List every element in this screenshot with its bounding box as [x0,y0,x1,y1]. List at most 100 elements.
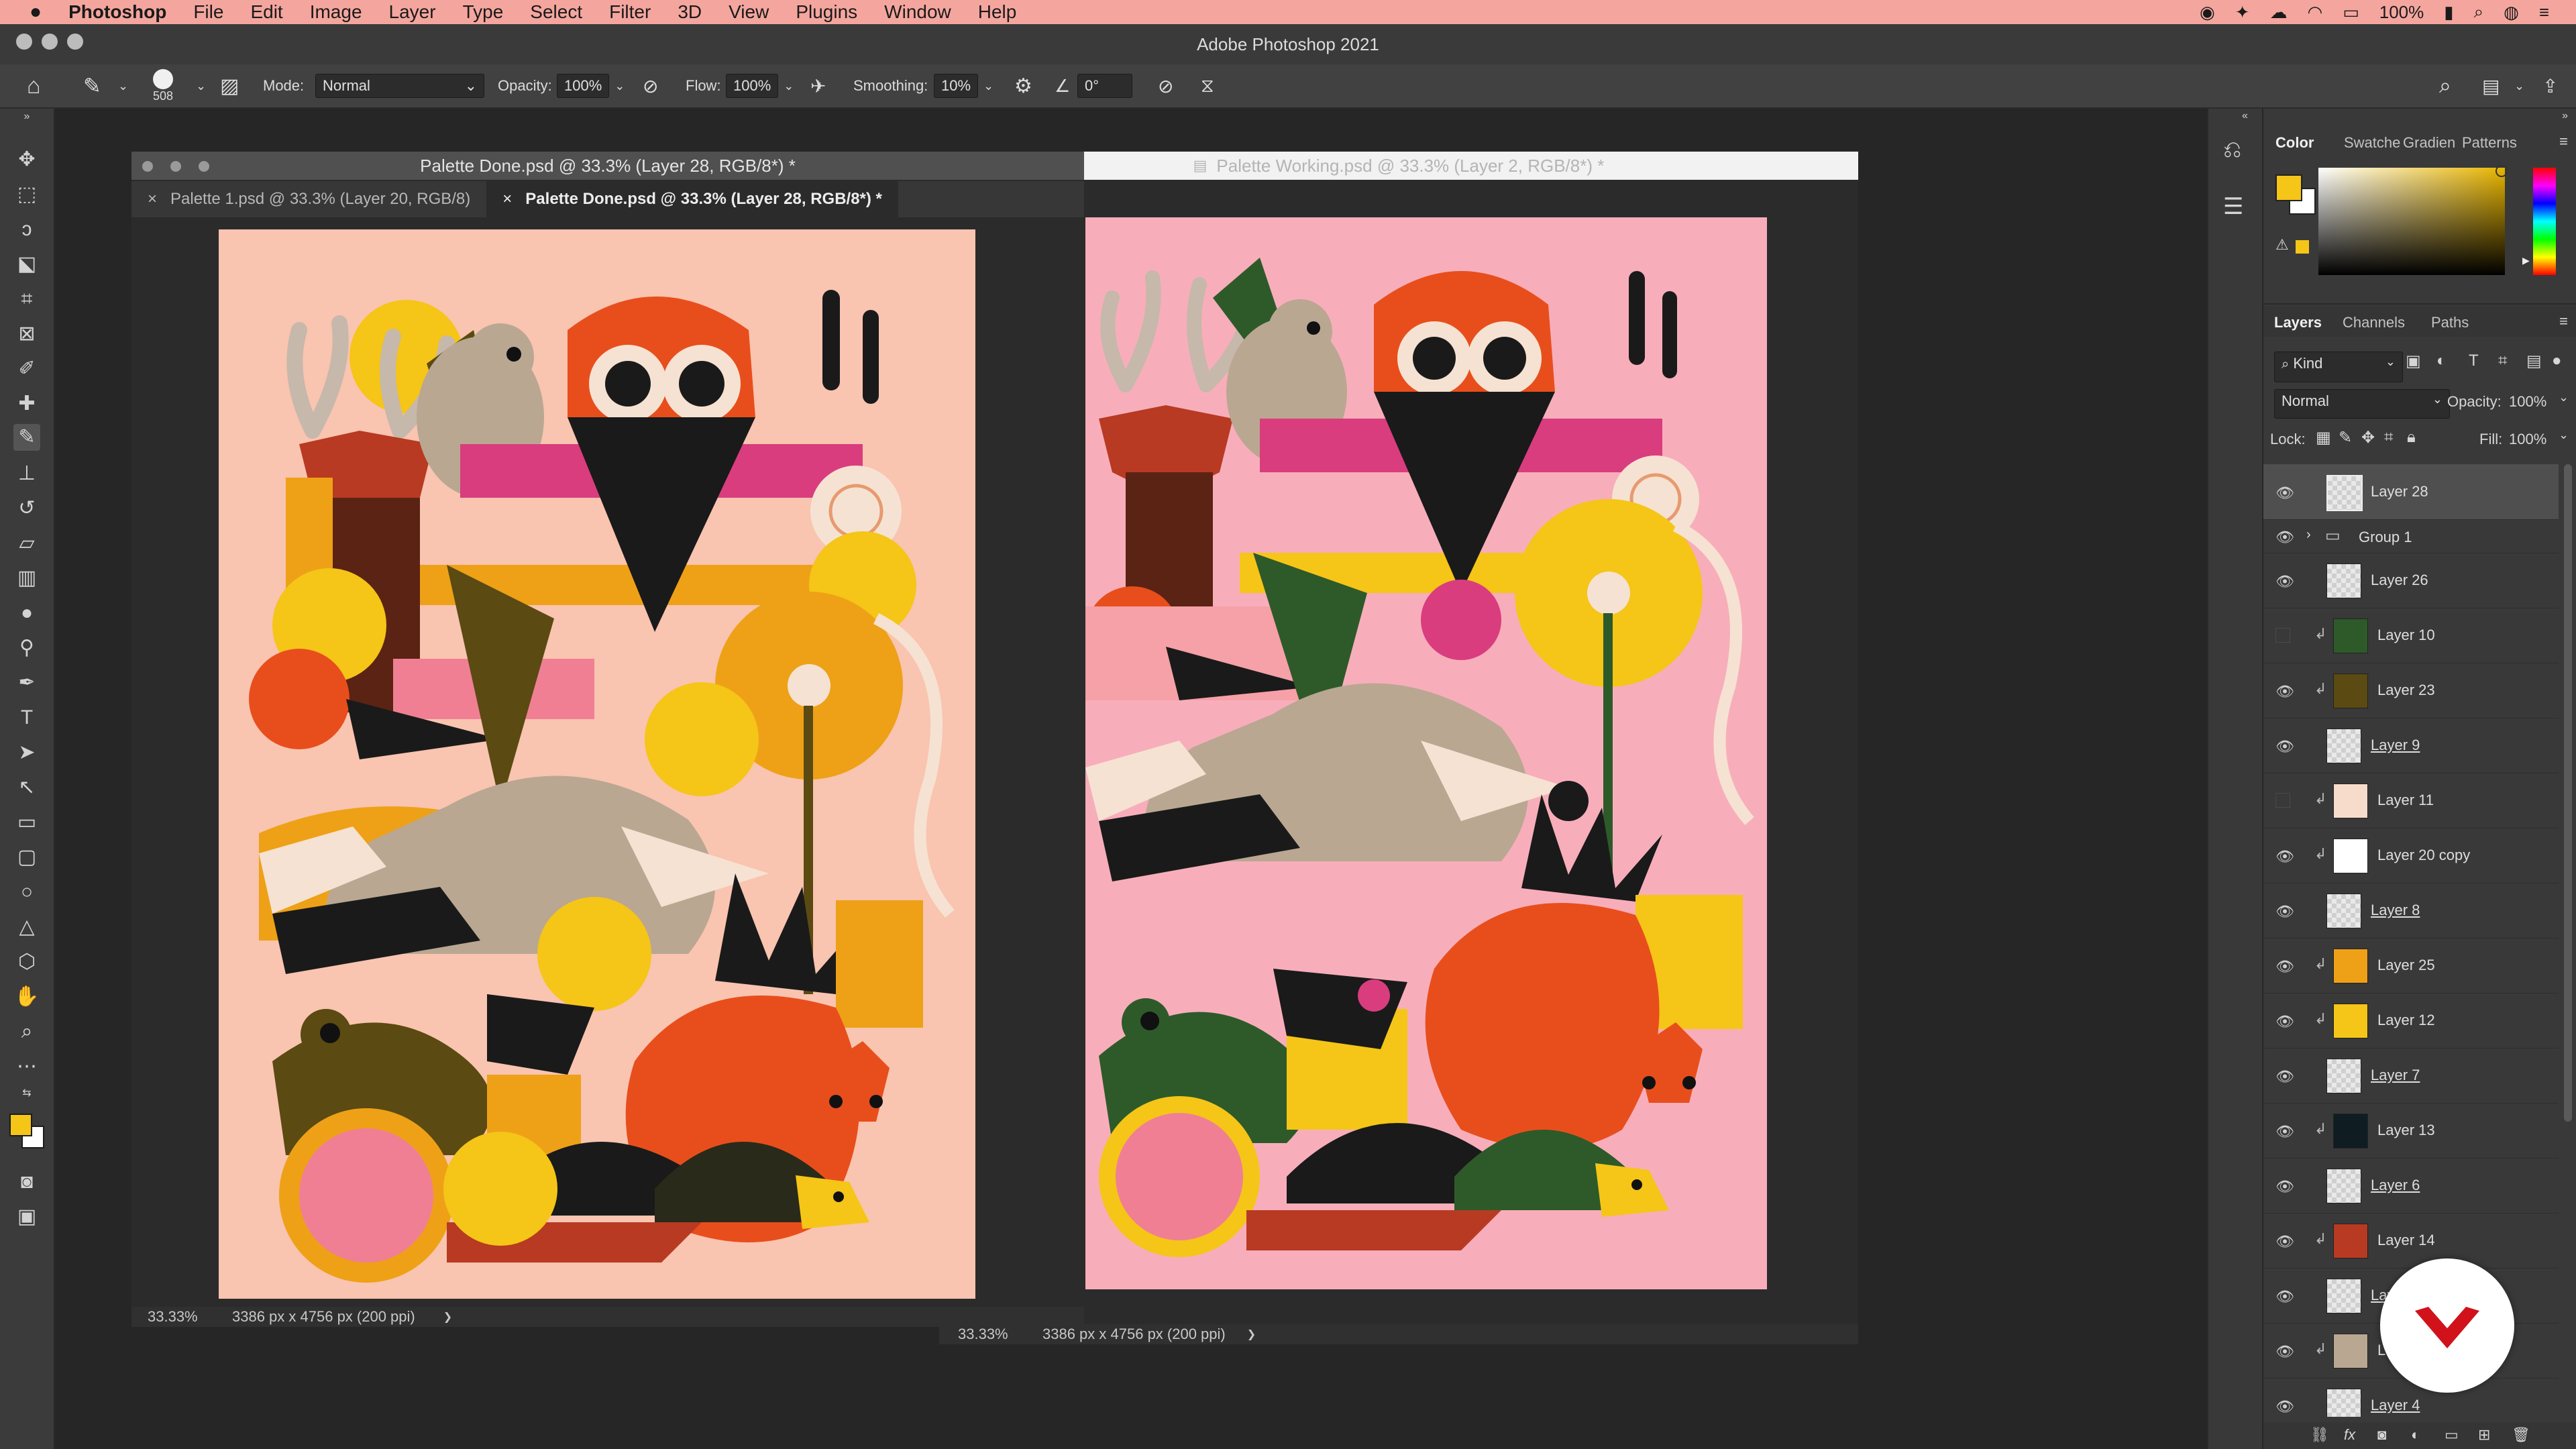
group-expand-chevron-icon[interactable]: › [2306,527,2311,543]
path-selection-tool-icon[interactable]: ➤ [13,739,40,766]
layer-visibility-eye-icon[interactable]: 👁︎ [2275,1343,2294,1360]
wifi-icon[interactable]: ◠ [2308,2,2323,23]
hue-slider[interactable] [2533,168,2556,275]
color-panel-menu-icon[interactable]: ≡ [2559,133,2568,150]
layer-filter-select[interactable]: ⌕ Kind ⌄ [2274,352,2403,382]
doc-zoom-button[interactable] [199,161,209,172]
layer-visibility-eye-icon[interactable]: 👁︎ [2275,1123,2294,1140]
doc-minimize-button[interactable] [170,161,181,172]
fill-chevron-icon[interactable]: ⌄ [2559,428,2569,442]
symmetry-icon[interactable]: ⧖ [1201,64,1214,107]
menu-app-name[interactable]: Photoshop [68,1,166,23]
canvas-working[interactable] [1085,217,1767,1289]
opacity-field[interactable]: 100% [557,74,610,98]
layer-row[interactable]: ↲ Layer 11 [2263,773,2559,828]
tab-close-icon[interactable]: × [502,190,512,209]
layer-visibility-eye-icon[interactable]: 👁︎ [2275,683,2294,700]
spotlight-search-icon[interactable]: ⌕ [2474,1,2484,23]
lasso-tool-icon[interactable]: ↄ [13,216,40,243]
zoom-window-button[interactable] [67,34,83,50]
healing-brush-tool-icon[interactable]: ✚ [13,390,40,417]
mode-select[interactable]: Normal ⌄ [315,74,484,98]
flow-field[interactable]: 100% [726,74,779,98]
layer-row[interactable]: 👁︎ ↲ Layer 25 [2263,938,2559,994]
layer-visibility-eye-icon[interactable]: 👁︎ [2275,529,2294,546]
collapse-panels-icon[interactable]: « [2242,110,2248,122]
layer-row[interactable]: 👁︎ ↲ Layer 23 [2263,663,2559,718]
menu-edit[interactable]: Edit [250,1,282,23]
lock-artboard-icon[interactable]: ⌗ [2384,428,2394,447]
gradient-tool-icon[interactable]: ▥ [13,565,40,592]
opacity-chevron-icon[interactable]: ⌄ [614,79,625,93]
lock-position-icon[interactable]: ✥ [2361,428,2375,447]
brush-settings-icon[interactable]: ▨ [220,64,239,107]
swap-colors-icon[interactable]: ⇆ [13,1085,40,1102]
tab-palette-done[interactable]: × Palette Done.psd @ 33.3% (Layer 28, RG… [486,181,898,217]
control-center-icon[interactable]: ≡ [2539,2,2549,23]
tab-color[interactable]: Color [2275,134,2314,152]
canvas-done[interactable] [219,229,975,1299]
close-window-button[interactable] [16,34,32,50]
layer-row[interactable]: 👁︎ ↲ Layer 12 [2263,993,2559,1049]
lock-image-icon[interactable]: ✎ [2339,428,2352,447]
layer-visibility-eye-icon[interactable]: 👁︎ [2275,1398,2294,1415]
layer-visibility-eye-icon[interactable]: 👁︎ [2275,484,2294,502]
filter-toggle-icon[interactable]: ● [2552,352,2562,370]
panel-foreground-swatch[interactable] [2275,174,2302,201]
layer-row[interactable]: 👁︎ Layer 6 [2263,1158,2559,1214]
creative-cloud-icon[interactable]: ☁ [2270,2,2288,23]
object-selection-tool-icon[interactable]: ⬕ [13,251,40,278]
zoom-level-done[interactable]: 33.33% [148,1308,228,1326]
foreground-color-swatch[interactable] [9,1114,32,1136]
tab-layers[interactable]: Layers [2274,314,2322,331]
menu-image[interactable]: Image [310,1,362,23]
gamut-warning-icon[interactable]: ⚠ [2275,236,2289,254]
edit-toolbar-icon[interactable]: ⋯ [13,1053,40,1080]
move-tool-icon[interactable]: ✥ [13,146,40,173]
gamut-swatch[interactable] [2296,240,2309,254]
display-icon[interactable]: ▭ [2343,2,2359,23]
tab-swatches[interactable]: Swatche [2344,134,2400,152]
menu-view[interactable]: View [729,1,769,23]
layer-row[interactable]: 👁︎ ↲ Layer 13 [2263,1103,2559,1159]
menu-file[interactable]: File [193,1,223,23]
layer-row[interactable]: 👁︎ ↲ Layer 20 copy [2263,828,2559,883]
workspace-icon[interactable]: ▤ [2482,64,2500,107]
new-group-folder-icon[interactable]: ▭ [2445,1426,2459,1444]
fill-value[interactable]: 100% [2509,431,2546,448]
fx-icon[interactable]: fx [2344,1426,2355,1444]
status-arrow-done-icon[interactable]: ❯ [443,1310,452,1324]
layer-row[interactable]: 👁︎ Layer 9 [2263,718,2559,773]
smoothing-settings-gear-icon[interactable]: ⚙ [1014,64,1032,107]
layer-visibility-eye-icon[interactable]: 👁︎ [2275,1013,2294,1030]
lock-transparent-icon[interactable]: ▦ [2316,428,2331,447]
menu-3d[interactable]: 3D [678,1,702,23]
collapse-toolbar-icon[interactable]: » [13,110,40,123]
layer-row[interactable]: 👁︎ Layer 26 [2263,553,2559,608]
quick-mask-icon[interactable]: ◙ [13,1169,40,1195]
brush-size-picker[interactable]: 508 [153,64,173,107]
layer-row[interactable]: 👁︎ Layer 28 [2263,464,2559,520]
tab-patterns[interactable]: Patterns [2462,134,2517,152]
brush-size-chevron-icon[interactable]: ⌄ [196,64,206,107]
tab-palette-1[interactable]: × Palette 1.psd @ 33.3% (Layer 20, RGB/8… [131,181,486,217]
battery-icon[interactable]: ▮ [2444,2,2453,23]
filter-pixel-icon[interactable]: ▣ [2406,352,2421,371]
menu-window[interactable]: Window [884,1,951,23]
pressure-opacity-icon[interactable]: ⊘ [643,64,658,107]
new-layer-icon[interactable]: ⊞ [2478,1426,2490,1444]
record-icon[interactable]: ◉ [2200,2,2215,23]
filter-type-icon[interactable]: T [2469,352,2479,370]
menu-select[interactable]: Select [530,1,582,23]
zoom-tool-icon[interactable]: ⌕ [13,1018,40,1045]
blend-mode-select[interactable]: Normal ⌄ [2274,389,2450,419]
color-picker-field[interactable] [2318,168,2505,275]
history-panel-icon[interactable]: ⎌ [2223,137,2241,163]
clone-stamp-tool-icon[interactable]: ⊥ [13,460,40,487]
dodge-tool-icon[interactable]: ⚲ [13,635,40,661]
rectangle-tool-icon[interactable]: ▭ [13,809,40,836]
layer-visibility-eye-icon[interactable]: 👁︎ [2275,903,2294,920]
smoothing-field[interactable]: 10% [934,74,979,98]
tab-paths[interactable]: Paths [2431,314,2469,331]
layer-visibility-eye-icon[interactable]: 👁︎ [2275,958,2294,975]
